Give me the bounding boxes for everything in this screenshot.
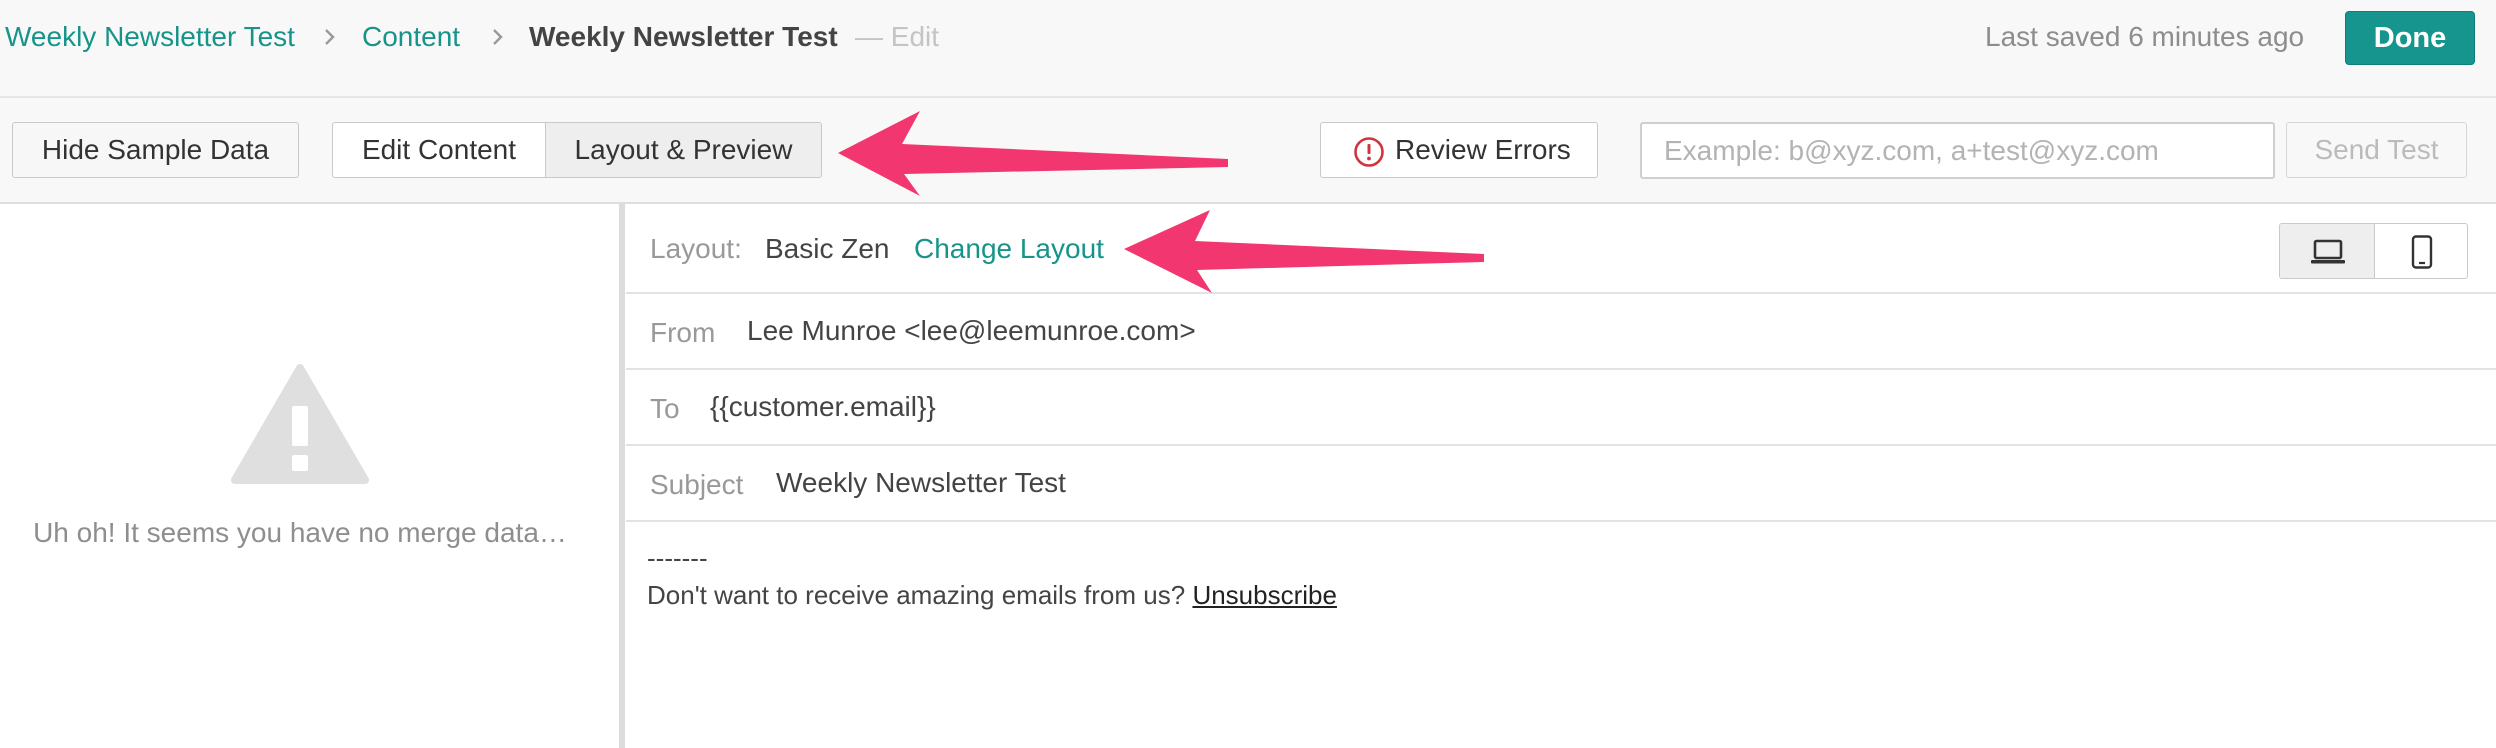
alert-circle-icon [1354,137,1384,167]
tab-layout-preview[interactable]: Layout & Preview [545,122,822,178]
warning-triangle-icon [231,364,369,484]
mobile-view-button[interactable] [2375,224,2467,278]
to-row: To {{customer.email}} [626,370,2496,446]
merge-data-panel: Uh oh! It seems you have no merge data… [0,204,625,748]
review-errors-button[interactable]: Review Errors [1320,122,1598,178]
email-footer-text: Don't want to receive amazing emails fro… [647,580,1186,610]
change-layout-link[interactable]: Change Layout [914,232,1104,266]
email-footer: Don't want to receive amazing emails fro… [647,579,1337,611]
layout-name: Basic Zen [765,233,890,264]
from-label: From [650,317,716,348]
layout-row: Layout: Basic Zen Change Layout [626,204,2496,294]
subject-row: Subject Weekly Newsletter Test [626,446,2496,522]
subject-value: Weekly Newsletter Test [776,467,1066,498]
breadcrumb-newsletter-link[interactable]: Weekly Newsletter Test [5,20,295,54]
device-toggle [2279,223,2468,279]
hide-sample-data-button[interactable]: Hide Sample Data [12,122,299,178]
chevron-right-icon [493,29,503,45]
laptop-icon [2311,239,2345,264]
unsubscribe-link[interactable]: Unsubscribe [1192,580,1337,610]
from-row: From Lee Munroe <lee@leemunroe.com> [626,294,2496,370]
from-value: Lee Munroe <lee@leemunroe.com> [747,315,1196,346]
to-label: To [650,393,680,424]
last-saved-status: Last saved 6 minutes ago [1985,21,2305,52]
done-button[interactable]: Done [2345,11,2475,65]
mobile-phone-icon [2411,235,2433,269]
test-email-input[interactable] [1640,122,2275,179]
breadcrumb-content-link[interactable]: Content [362,20,460,54]
edit-mode-label: — Edit [855,21,940,52]
chevron-right-icon [325,29,335,45]
to-value: {{customer.email}} [710,391,936,422]
tab-edit-content[interactable]: Edit Content [332,122,546,178]
top-header: Weekly Newsletter Test Content Weekly Ne… [0,0,2496,98]
subject-label: Subject [650,469,744,500]
layout-label: Layout: [650,233,742,264]
send-test-button[interactable]: Send Test [2286,122,2467,178]
desktop-view-button[interactable] [2280,224,2375,278]
no-merge-data-message: Uh oh! It seems you have no merge data… [33,517,567,548]
review-errors-label: Review Errors [1395,134,1571,165]
toolbar: Hide Sample Data Edit Content Layout & P… [0,98,2496,204]
email-footer-divider: ------- [647,543,708,573]
breadcrumb-current-page: Weekly Newsletter Test [529,21,838,52]
